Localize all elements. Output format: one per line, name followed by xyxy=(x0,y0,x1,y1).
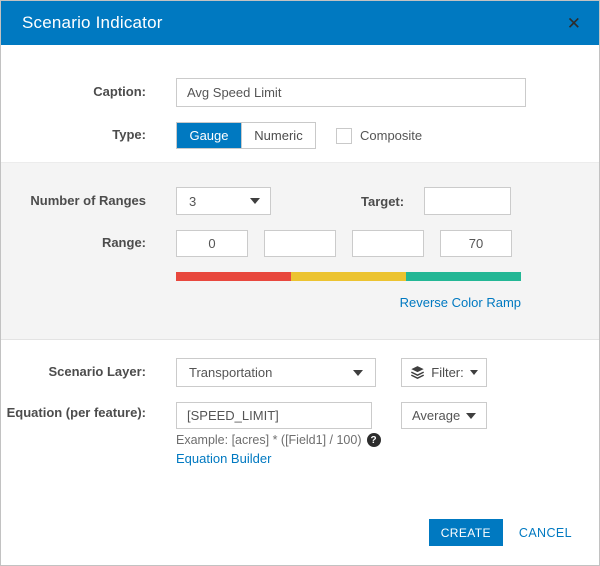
equation-row: Equation (per feature): Average xyxy=(1,402,599,429)
range-input-1[interactable] xyxy=(176,230,248,257)
color-ramp-segment-red xyxy=(176,272,291,281)
chevron-down-icon xyxy=(353,370,363,376)
caption-label: Caption: xyxy=(1,84,146,101)
type-option-gauge[interactable]: Gauge xyxy=(177,123,241,148)
composite-checkbox[interactable] xyxy=(336,128,352,144)
aggregation-value: Average xyxy=(412,408,460,423)
filter-button[interactable]: Filter: xyxy=(401,358,487,387)
chevron-down-icon xyxy=(470,370,478,375)
number-of-ranges-select[interactable]: 3 xyxy=(176,187,271,215)
type-option-numeric[interactable]: Numeric xyxy=(241,123,315,148)
equation-label: Equation (per feature): xyxy=(1,405,146,422)
range-input-4[interactable] xyxy=(440,230,512,257)
reverse-color-ramp-link[interactable]: Reverse Color Ramp xyxy=(400,295,521,310)
chevron-down-icon xyxy=(250,198,260,204)
equation-builder-link[interactable]: Equation Builder xyxy=(176,451,271,466)
type-row: Type: Gauge Numeric Composite xyxy=(1,122,599,149)
equation-builder-row: Equation Builder xyxy=(176,450,599,468)
composite-label: Composite xyxy=(360,128,422,143)
scenario-layer-row: Scenario Layer: Transportation Filter: xyxy=(1,358,599,387)
number-of-ranges-row: Number of Ranges 3 Target: xyxy=(1,187,599,215)
equation-input[interactable] xyxy=(176,402,372,429)
dialog-title: Scenario Indicator xyxy=(22,13,163,33)
help-icon[interactable]: ? xyxy=(367,433,381,447)
dialog-header: Scenario Indicator ✕ xyxy=(1,1,599,45)
scenario-indicator-dialog: Scenario Indicator ✕ Caption: Type: Gaug… xyxy=(0,0,600,566)
create-button[interactable]: CREATE xyxy=(429,519,503,546)
target-label: Target: xyxy=(361,194,404,209)
range-row: Range: xyxy=(1,230,599,257)
number-of-ranges-value: 3 xyxy=(189,194,196,209)
chevron-down-icon xyxy=(466,413,476,419)
reverse-color-ramp-row: Reverse Color Ramp xyxy=(176,294,521,312)
range-label: Range: xyxy=(1,235,146,252)
ranges-panel: Number of Ranges 3 Target: Range: Revers… xyxy=(1,162,599,340)
type-segmented-control: Gauge Numeric xyxy=(176,122,316,149)
scenario-layer-select[interactable]: Transportation xyxy=(176,358,376,387)
target-input[interactable] xyxy=(424,187,511,215)
range-input-3[interactable] xyxy=(352,230,424,257)
type-label: Type: xyxy=(1,127,146,144)
aggregation-select[interactable]: Average xyxy=(401,402,487,429)
color-ramp-segment-yellow xyxy=(291,272,406,281)
equation-example-text: Example: [acres] * ([Field1] / 100) xyxy=(176,433,362,447)
scenario-layer-label: Scenario Layer: xyxy=(1,364,146,381)
dialog-footer: CREATE CANCEL xyxy=(429,519,572,546)
equation-example-row: Example: [acres] * ([Field1] / 100) ? xyxy=(176,433,599,447)
filter-button-label: Filter: xyxy=(431,365,464,380)
caption-input[interactable] xyxy=(176,78,526,107)
scenario-layer-value: Transportation xyxy=(189,365,272,380)
cancel-button[interactable]: CANCEL xyxy=(519,526,572,540)
close-icon[interactable]: ✕ xyxy=(567,15,581,32)
color-ramp-segment-green xyxy=(406,272,521,281)
number-of-ranges-label: Number of Ranges xyxy=(1,193,146,210)
caption-row: Caption: xyxy=(1,78,599,107)
layers-icon xyxy=(410,365,425,380)
color-ramp xyxy=(176,272,521,281)
range-input-2[interactable] xyxy=(264,230,336,257)
